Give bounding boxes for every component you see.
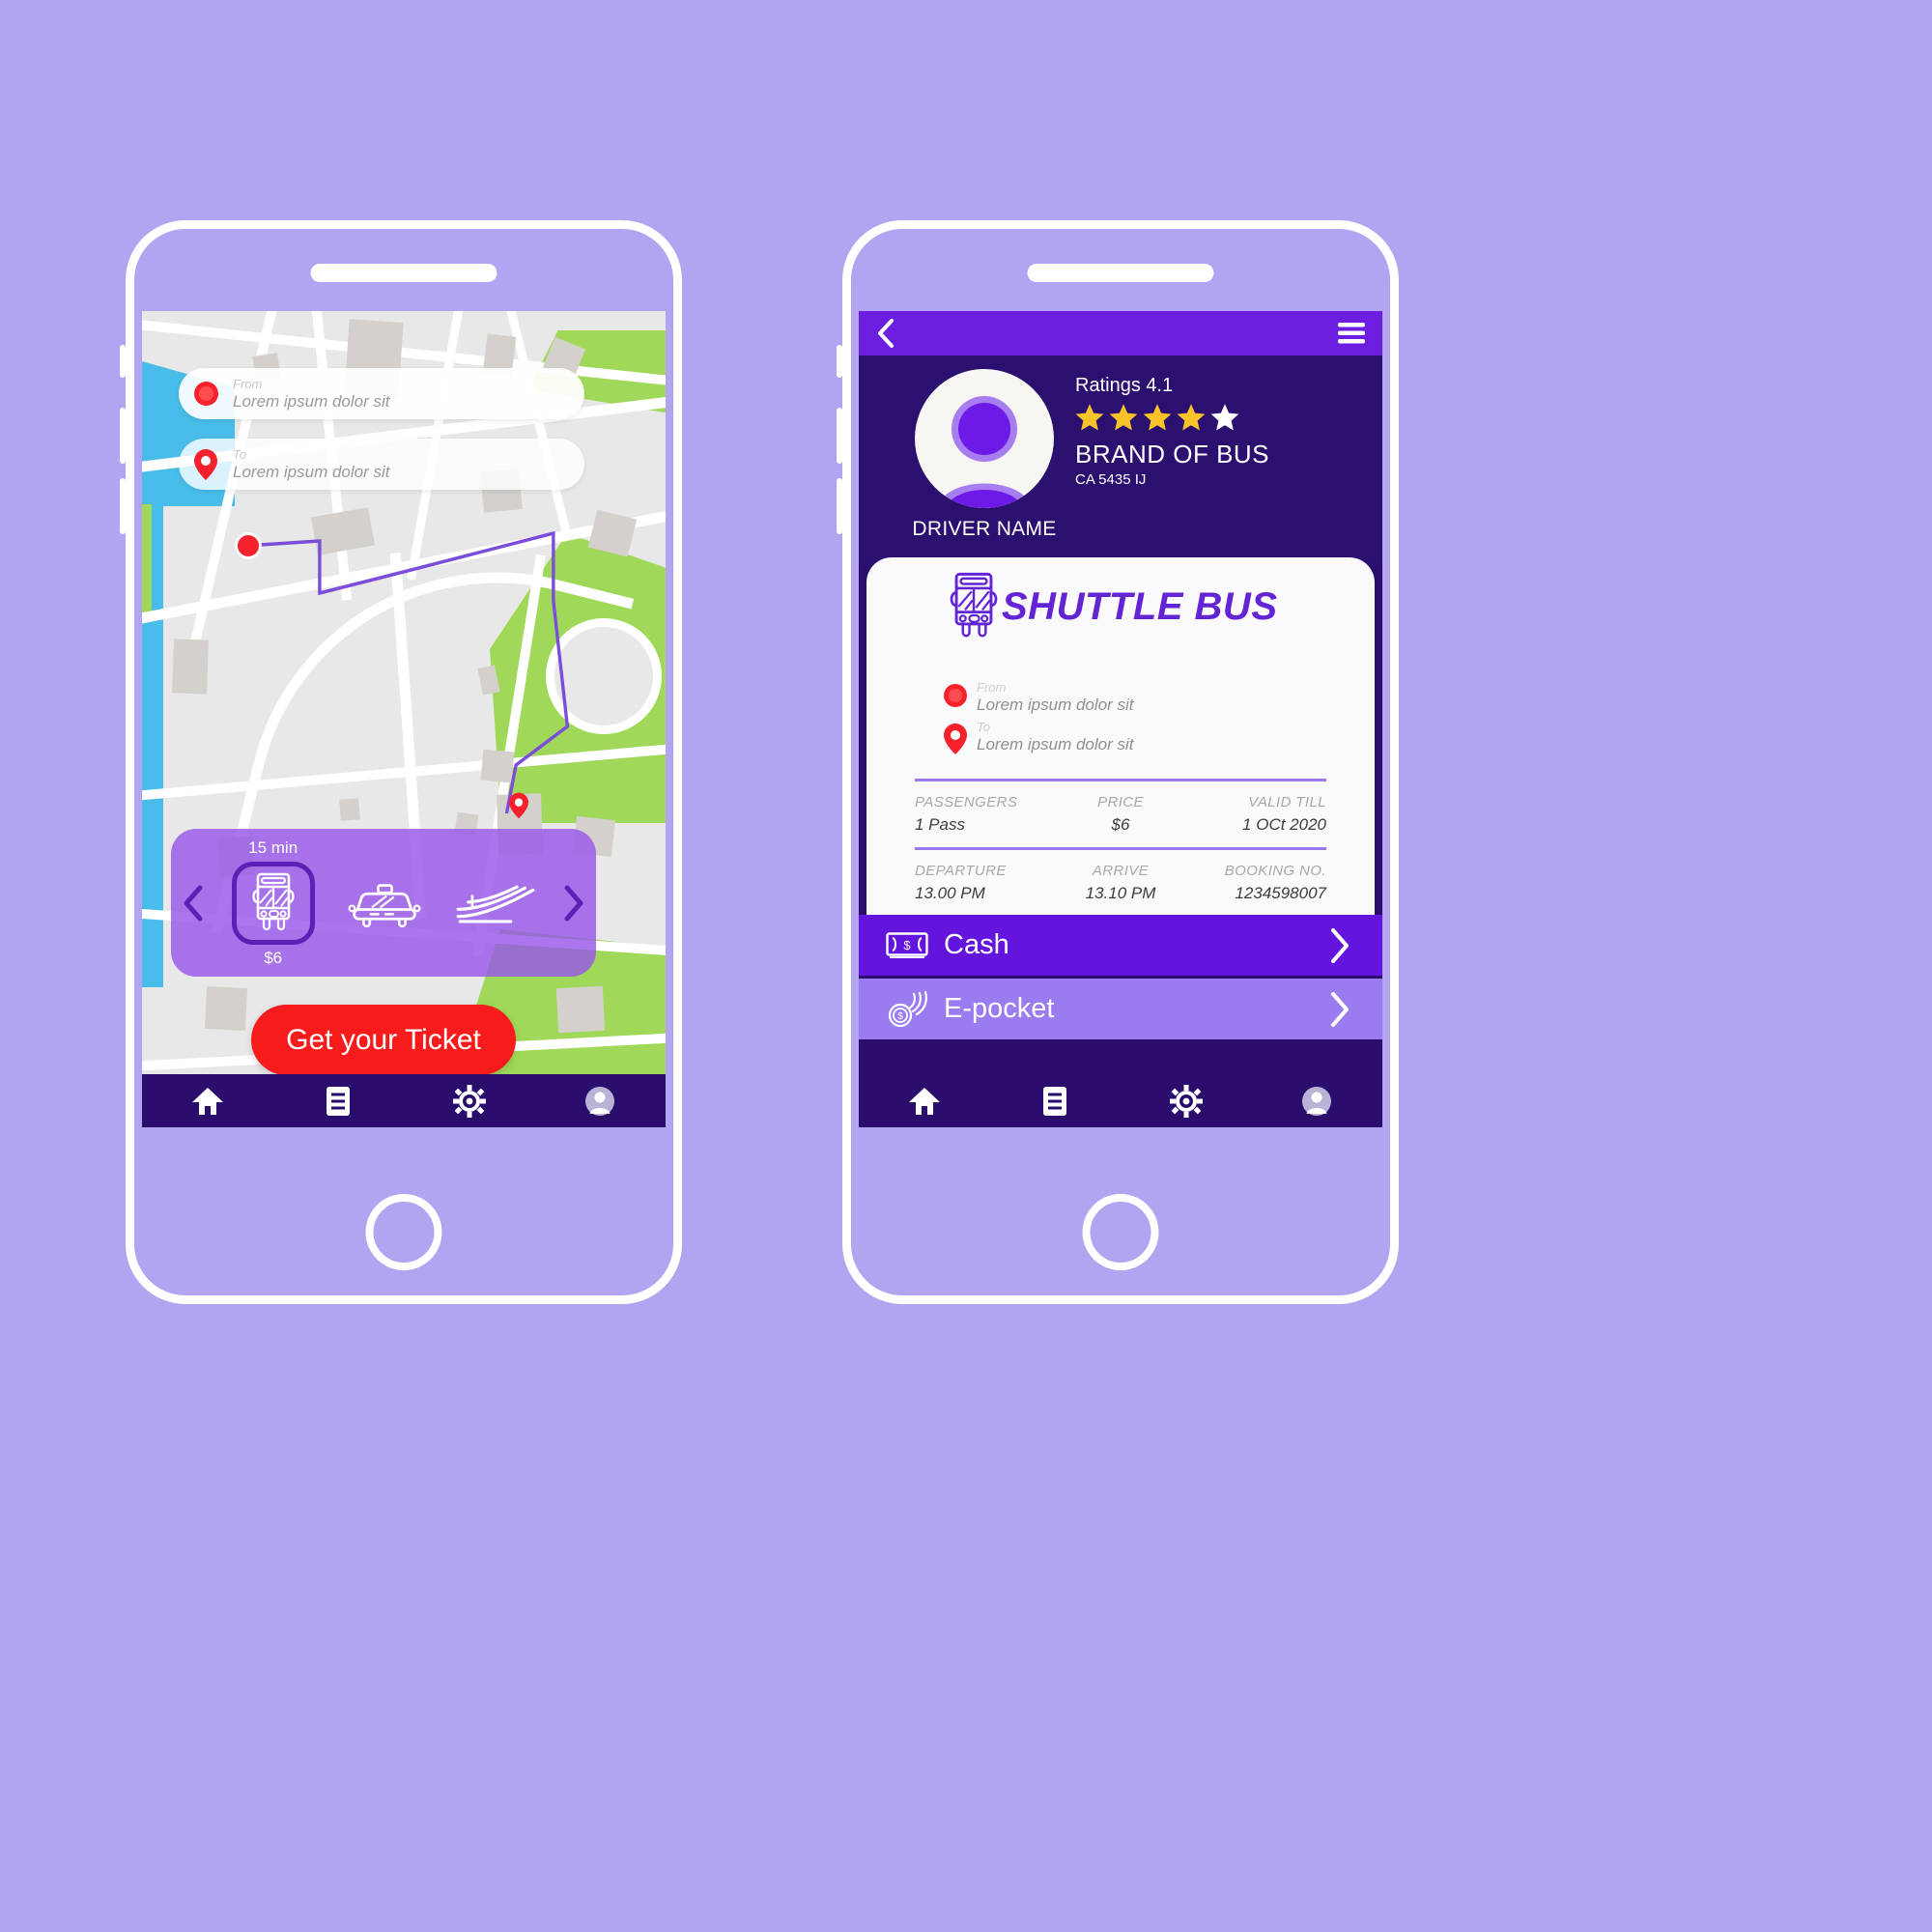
phone-side-button — [120, 345, 126, 378]
payment-label-epocket: E-pocket — [944, 993, 1055, 1024]
driver-name: DRIVER NAME — [912, 518, 1057, 540]
map-canvas[interactable]: From Lorem ipsum dolor sit To Lorem ipsu… — [142, 311, 666, 1127]
info-arrive: ARRIVE 13.10 PM — [1085, 863, 1156, 903]
info-departure: DEPARTURE 13.00 PM — [915, 863, 1007, 903]
from-search-bar[interactable]: From Lorem ipsum dolor sit — [179, 368, 584, 419]
bus-plate-number: CA 5435 IJ — [1075, 471, 1147, 488]
nav-profile-button[interactable] — [1288, 1074, 1346, 1127]
carousel-prev-button[interactable] — [171, 884, 215, 923]
chevron-right-icon[interactable] — [1321, 990, 1359, 1029]
chevron-right-icon[interactable] — [1321, 926, 1359, 965]
nav-home-button[interactable] — [895, 1074, 953, 1127]
left-screen: From Lorem ipsum dolor sit To Lorem ipsu… — [142, 311, 666, 1127]
screenshot-canvas: From Lorem ipsum dolor sit To Lorem ipsu… — [0, 0, 1932, 1932]
bus-duration: 15 min — [248, 838, 298, 857]
phone-volume-down-button — [120, 478, 126, 534]
ratings-block: Ratings 4.1 BRAND OF BUS CA 5435 IJ — [1075, 375, 1269, 488]
info-passengers: PASSENGERS 1 Pass — [915, 794, 1018, 835]
nav-profile-button[interactable] — [571, 1074, 629, 1127]
payment-label-cash: Cash — [944, 929, 1009, 960]
driver-info-panel: DRIVER NAME Ratings 4.1 BRAND OF BUS CA … — [859, 355, 1382, 563]
svg-text:$: $ — [903, 938, 911, 952]
ratings-label: Ratings 4.1 — [1075, 375, 1174, 396]
phone-volume-up-button — [837, 408, 842, 464]
to-input[interactable]: Lorem ipsum dolor sit — [233, 464, 390, 480]
payment-option-cash[interactable]: $ Cash — [859, 915, 1382, 976]
nav-list-button[interactable] — [1026, 1074, 1084, 1127]
transport-option-taxi[interactable] — [347, 845, 422, 961]
bus-icon — [231, 861, 315, 945]
phone-volume-down-button — [837, 478, 842, 534]
star-empty-5 — [1210, 403, 1239, 432]
hamburger-menu-icon[interactable] — [1338, 323, 1365, 344]
nav-settings-button[interactable] — [1157, 1074, 1215, 1127]
star-filled-4 — [1177, 403, 1206, 432]
ticket-to-row: To Lorem ipsum dolor sit — [934, 720, 1375, 755]
phone-left: From Lorem ipsum dolor sit To Lorem ipsu… — [120, 220, 682, 1304]
ticket-info-row-1: PASSENGERS 1 Pass PRICE $6 VALID TILL 1 … — [867, 781, 1375, 847]
payment-option-epocket[interactable]: $ E-pocket — [859, 979, 1382, 1039]
ticket-from-value: Lorem ipsum dolor sit — [977, 695, 1134, 714]
to-label: To — [233, 447, 246, 462]
map-pin-icon — [179, 448, 233, 480]
nav-list-button[interactable] — [309, 1074, 367, 1127]
ticket-title-row: SHUTTLE BUS — [867, 557, 1375, 642]
taxi-icon — [347, 862, 422, 945]
star-filled-1 — [1075, 403, 1104, 432]
ticket-card: SHUTTLE BUS From Lorem ipsum dolor sit T… — [867, 557, 1375, 915]
map-origin-marker[interactable] — [238, 535, 259, 556]
circle-dot-icon — [934, 681, 977, 707]
info-valid-till: VALID TILL 1 OCt 2020 — [1242, 794, 1326, 835]
banknote-icon: $ — [886, 931, 936, 959]
ticket-route: From Lorem ipsum dolor sit To Lorem ipsu… — [867, 642, 1375, 755]
transport-option-train[interactable] — [454, 845, 535, 961]
star-filled-3 — [1143, 403, 1172, 432]
map-pin-icon — [934, 721, 977, 755]
phone-home-button[interactable] — [1082, 1194, 1159, 1270]
from-label: From — [233, 377, 263, 391]
svg-text:$: $ — [897, 1011, 903, 1022]
phone-speaker — [310, 264, 497, 282]
bus-price: $6 — [264, 948, 283, 967]
map-destination-marker[interactable] — [509, 792, 528, 819]
circle-dot-icon — [179, 382, 233, 406]
avatar[interactable] — [915, 369, 1054, 508]
get-ticket-button[interactable]: Get your Ticket — [251, 1005, 516, 1075]
bottom-navigation-bar — [859, 1074, 1382, 1127]
phone-right: DRIVER NAME Ratings 4.1 BRAND OF BUS CA … — [837, 220, 1399, 1304]
back-button[interactable] — [876, 318, 895, 349]
carousel-next-button[interactable] — [552, 884, 596, 923]
nav-home-button[interactable] — [179, 1074, 237, 1127]
ticket-title: SHUTTLE BUS — [1002, 584, 1278, 628]
ticket-from-label: From — [977, 680, 1007, 695]
nav-settings-button[interactable] — [440, 1074, 498, 1127]
bottom-navigation-bar — [142, 1074, 666, 1127]
from-input[interactable]: Lorem ipsum dolor sit — [233, 393, 390, 410]
star-filled-2 — [1109, 403, 1138, 432]
ticket-from-row: From Lorem ipsum dolor sit — [934, 680, 1375, 714]
to-search-bar[interactable]: To Lorem ipsum dolor sit — [179, 439, 584, 490]
phone-speaker — [1027, 264, 1214, 282]
phone-side-button — [837, 345, 842, 378]
contactless-coin-icon: $ — [886, 990, 936, 1028]
star-rating[interactable] — [1075, 403, 1269, 432]
bus-icon — [942, 571, 1006, 642]
ticket-to-value: Lorem ipsum dolor sit — [977, 735, 1134, 754]
phone-home-button[interactable] — [365, 1194, 442, 1270]
phone-volume-up-button — [120, 408, 126, 464]
train-icon — [454, 862, 535, 945]
right-screen: DRIVER NAME Ratings 4.1 BRAND OF BUS CA … — [859, 311, 1382, 1127]
bus-brand: BRAND OF BUS — [1075, 440, 1270, 469]
transport-mode-carousel[interactable]: 15 min $6 — [171, 829, 596, 977]
info-price: PRICE $6 — [1097, 794, 1144, 835]
transport-option-bus[interactable]: 15 min $6 — [231, 838, 315, 968]
info-booking-no: BOOKING NO. 1234598007 — [1224, 863, 1326, 903]
top-app-bar — [859, 311, 1382, 355]
ticket-to-label: To — [977, 720, 990, 735]
ticket-info-row-2: DEPARTURE 13.00 PM ARRIVE 13.10 PM BOOKI… — [867, 850, 1375, 915]
